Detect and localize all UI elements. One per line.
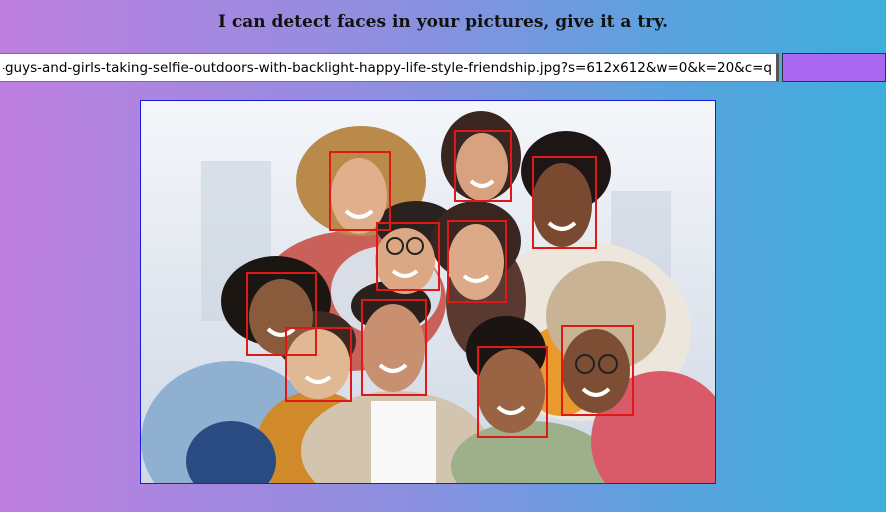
face-detection-box [329, 151, 391, 231]
group-selfie-photo [141, 101, 715, 483]
url-form [0, 53, 886, 84]
face-detection-box [532, 156, 597, 249]
photo-with-detections [140, 100, 716, 484]
face-detection-box [561, 325, 634, 416]
page-heading: I can detect faces in your pictures, giv… [217, 12, 669, 32]
face-detection-box [361, 299, 427, 396]
face-detection-box [454, 130, 512, 202]
image-url-input[interactable] [0, 53, 779, 82]
face-detection-box [285, 327, 352, 402]
face-detection-box [376, 222, 440, 291]
face-detection-box [447, 220, 507, 303]
submit-button[interactable] [782, 53, 886, 82]
face-detection-box [477, 346, 548, 438]
